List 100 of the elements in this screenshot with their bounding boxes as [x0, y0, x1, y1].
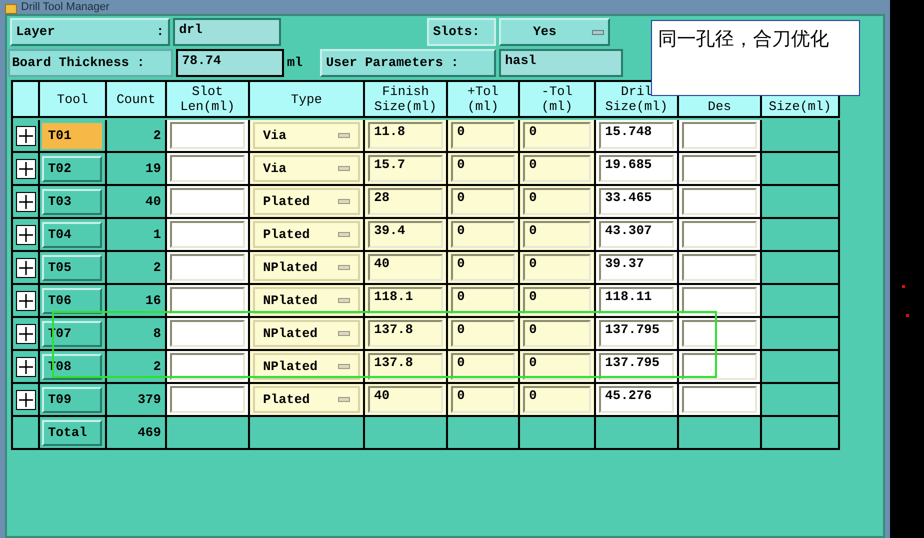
- drill-size-field[interactable]: 19.685: [599, 155, 674, 182]
- tool-button[interactable]: T04: [42, 222, 102, 248]
- slot-length-field[interactable]: [170, 353, 245, 380]
- des-field[interactable]: [682, 353, 757, 380]
- des-field[interactable]: [682, 386, 757, 413]
- tool-button[interactable]: T03: [42, 188, 102, 214]
- minus-tolerance-field[interactable]: 0: [523, 320, 591, 347]
- user-parameters-field[interactable]: hasl: [499, 48, 623, 76]
- drill-size-field[interactable]: 45.276: [599, 386, 674, 413]
- slot-length-field[interactable]: [170, 254, 245, 281]
- type-dropdown[interactable]: Via: [253, 155, 360, 182]
- slots-dropdown[interactable]: Yes: [499, 18, 610, 46]
- tool-button[interactable]: T01: [42, 122, 102, 148]
- des-field[interactable]: [682, 254, 757, 281]
- count-cell-text: 2: [153, 258, 161, 277]
- app-icon: [5, 4, 17, 14]
- minus-tolerance-field[interactable]: 0: [523, 287, 591, 314]
- slot-length-field[interactable]: [170, 155, 245, 182]
- tool-button[interactable]: T06: [42, 288, 102, 314]
- plus-tolerance-field[interactable]: 0: [451, 386, 515, 413]
- type-dropdown[interactable]: Plated: [253, 221, 360, 248]
- finish-size-field[interactable]: 40: [368, 254, 443, 281]
- drill-size-field[interactable]: 39.37: [599, 254, 674, 281]
- des-field[interactable]: [682, 287, 757, 314]
- tool-button[interactable]: T02: [42, 156, 102, 182]
- drill-size-field[interactable]: 43.307: [599, 221, 674, 248]
- expand-icon[interactable]: [16, 390, 36, 410]
- type-dropdown[interactable]: NPlated: [253, 287, 360, 314]
- drill-size-field[interactable]: 137.795: [599, 353, 674, 380]
- board-thickness-field[interactable]: 78.74: [176, 48, 284, 76]
- count-cell-text: 16: [145, 292, 161, 310]
- slot-length-field[interactable]: [170, 320, 245, 347]
- des-field[interactable]: [682, 188, 757, 215]
- des-field[interactable]: [682, 320, 757, 347]
- minus-tolerance-field[interactable]: 0: [523, 386, 591, 413]
- expand-icon[interactable]: [16, 158, 36, 178]
- finish-size-field[interactable]: 137.8: [368, 320, 443, 347]
- type-dropdown[interactable]: NPlated: [253, 254, 360, 281]
- finish-size-field[interactable]: 11.8: [368, 122, 443, 149]
- layer-field[interactable]: drl: [173, 18, 281, 46]
- slot-length-field[interactable]: [170, 287, 245, 314]
- minus-tolerance-field[interactable]: 0: [523, 353, 591, 380]
- note-box: 同一孔径，合刀优化: [651, 20, 860, 96]
- plus-tolerance-field[interactable]: 0: [451, 188, 515, 215]
- count-cell-text: 379: [138, 390, 161, 409]
- dropdown-icon: [338, 298, 350, 303]
- drill-size-field[interactable]: 118.11: [599, 287, 674, 314]
- plus-tolerance-field[interactable]: 0: [451, 320, 515, 347]
- expand-icon[interactable]: [16, 192, 36, 212]
- expand-icon[interactable]: [16, 324, 36, 344]
- finish-size-field[interactable]: 39.4: [368, 221, 443, 248]
- plus-tolerance-field[interactable]: 0: [451, 155, 515, 182]
- minus-tolerance-field[interactable]: 0: [523, 155, 591, 182]
- plus-tolerance-field[interactable]: 0: [451, 122, 515, 149]
- column-header: Type: [250, 82, 365, 118]
- slot-length-field[interactable]: [170, 122, 245, 149]
- dropdown-icon: [338, 166, 350, 171]
- minus-tolerance-field[interactable]: 0: [523, 254, 591, 281]
- slot-length-field[interactable]: [170, 221, 245, 248]
- type-dropdown[interactable]: Via: [253, 122, 360, 149]
- plus-tolerance-field[interactable]: 0: [451, 287, 515, 314]
- column-header: Tool: [40, 82, 107, 118]
- slots-label: Slots:: [427, 18, 496, 46]
- slot-length-field[interactable]: [170, 386, 245, 413]
- expand-icon[interactable]: [16, 224, 36, 244]
- des-field[interactable]: [682, 122, 757, 149]
- finish-size-field[interactable]: 15.7: [368, 155, 443, 182]
- minus-tolerance-field[interactable]: 0: [523, 221, 591, 248]
- finish-size-field[interactable]: 137.8: [368, 353, 443, 380]
- expand-icon[interactable]: [16, 356, 36, 376]
- plus-tolerance-field[interactable]: 0: [451, 254, 515, 281]
- plus-tolerance-field[interactable]: 0: [451, 353, 515, 380]
- type-dropdown[interactable]: NPlated: [253, 353, 360, 380]
- type-dropdown[interactable]: Plated: [253, 188, 360, 215]
- finish-size-field[interactable]: 118.1: [368, 287, 443, 314]
- des-field[interactable]: [682, 155, 757, 182]
- drill-size-field[interactable]: 33.465: [599, 188, 674, 215]
- slot-length-field[interactable]: [170, 188, 245, 215]
- finish-size-field[interactable]: 40: [368, 386, 443, 413]
- dropdown-icon: [338, 199, 350, 204]
- tool-button[interactable]: T09: [42, 386, 102, 412]
- expand-icon[interactable]: [16, 290, 36, 310]
- count-cell-text: 40: [145, 192, 161, 211]
- count-cell-text: 8: [153, 324, 161, 343]
- user-parameters-button[interactable]: User Parameters :: [320, 48, 496, 76]
- expand-icon[interactable]: [16, 258, 36, 278]
- plus-tolerance-field[interactable]: 0: [451, 221, 515, 248]
- column-header: Count: [107, 82, 167, 118]
- minus-tolerance-field[interactable]: 0: [523, 188, 591, 215]
- type-dropdown[interactable]: NPlated: [253, 320, 360, 347]
- layer-label: Layer :: [10, 18, 170, 46]
- minus-tolerance-field[interactable]: 0: [523, 122, 591, 149]
- tool-button[interactable]: T05: [42, 254, 102, 280]
- expand-icon[interactable]: [16, 126, 36, 146]
- drill-size-field[interactable]: 15.748: [599, 122, 674, 149]
- des-field[interactable]: [682, 221, 757, 248]
- drill-size-field[interactable]: 137.795: [599, 320, 674, 347]
- count-cell-text: 2: [153, 126, 161, 145]
- type-dropdown[interactable]: Plated: [253, 386, 360, 413]
- finish-size-field[interactable]: 28: [368, 188, 443, 215]
